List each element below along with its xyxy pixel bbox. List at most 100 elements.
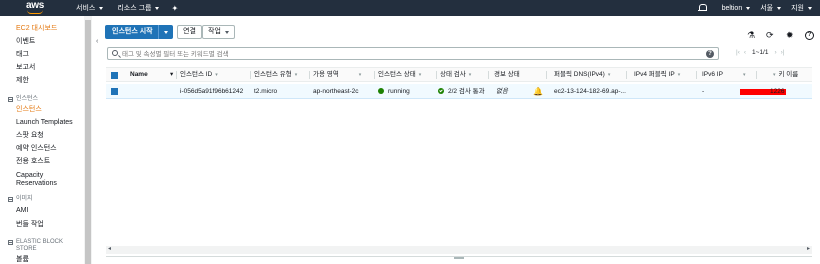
sidebar-item-launch-templates[interactable]: Launch Templates bbox=[16, 119, 73, 127]
services-menu[interactable]: 서비스 bbox=[76, 3, 104, 13]
sidebar-item-tags[interactable]: 태그 bbox=[16, 51, 29, 59]
column-key-name[interactable]: ▾ 키 이름 bbox=[770, 68, 798, 82]
refresh-icon[interactable]: ⟳ bbox=[766, 31, 774, 40]
chevron-down-icon bbox=[99, 6, 104, 10]
region-menu[interactable]: 서울 bbox=[760, 3, 782, 13]
sidebar-section-title: 인스턴스 bbox=[16, 96, 39, 102]
flask-icon[interactable]: ⚗ bbox=[747, 31, 755, 40]
sidebar-scrollbar[interactable] bbox=[84, 16, 92, 264]
sort-icon: ▾ bbox=[607, 72, 611, 78]
sidebar-item-events[interactable]: 이벤트 bbox=[16, 38, 35, 46]
column-ipv4-public-ip[interactable]: IPv4 퍼블릭 IP ▾ bbox=[634, 68, 680, 82]
sidebar: EC2 대시보드 이벤트 태그 보고서 제한 인스턴스 인스턴스 Launch … bbox=[0, 16, 92, 264]
column-public-dns[interactable]: 퍼블릭 DNS(IPv4) ▾ bbox=[554, 68, 610, 82]
search-help-icon[interactable]: ? bbox=[706, 50, 714, 58]
scroll-left-icon[interactable]: ◂ bbox=[108, 245, 111, 252]
column-instance-id[interactable]: 인스턴스 ID ▾ bbox=[180, 68, 218, 82]
first-page-icon[interactable]: |‹ bbox=[736, 49, 740, 56]
table-header: Name ▾ 인스턴스 ID ▾ 인스턴스 유형 ▾ 가용 영역 ▾ 인스턴스 상태 ▾… bbox=[106, 67, 812, 82]
cell-availability-zone: ap-northeast-2c bbox=[313, 88, 359, 95]
sidebar-item-reports[interactable]: 보고서 bbox=[16, 64, 35, 72]
column-alarm-status[interactable]: 경보 상태 bbox=[494, 68, 520, 82]
table-row[interactable]: i-056d5a91f96b61242 t2.micro ap-northeas… bbox=[106, 84, 812, 99]
column-ipv6-ip[interactable]: IPv6 IP ▾ bbox=[702, 68, 745, 82]
support-label: 지원 bbox=[791, 5, 804, 12]
resize-handle-icon[interactable] bbox=[454, 257, 464, 259]
help-icon[interactable]: ? bbox=[805, 31, 814, 40]
search-input[interactable] bbox=[122, 49, 702, 59]
connect-button[interactable]: 연결 bbox=[177, 25, 202, 39]
settings-icon[interactable]: ✹ bbox=[786, 31, 794, 40]
next-page-icon[interactable]: › bbox=[774, 49, 776, 56]
resource-groups-label: 리소스 그룹 bbox=[117, 5, 152, 12]
collapse-icon bbox=[8, 97, 13, 102]
collapse-icon bbox=[8, 197, 13, 202]
sidebar-item-ami[interactable]: AMI bbox=[16, 207, 28, 215]
sidebar-item-limits[interactable]: 제한 bbox=[16, 77, 29, 85]
column-label: 가용 영역 bbox=[313, 71, 339, 78]
support-menu[interactable]: 지원 bbox=[791, 3, 812, 13]
sort-icon: ▾ bbox=[468, 72, 472, 78]
create-alarm-icon[interactable]: 🔔 bbox=[533, 84, 543, 99]
column-label: IPv4 퍼블릭 IP bbox=[634, 71, 675, 78]
chevron-down-icon bbox=[164, 30, 168, 34]
scroll-right-icon[interactable]: ▸ bbox=[807, 245, 810, 252]
scrollbar-thumb[interactable] bbox=[85, 20, 91, 264]
filter-search-box[interactable]: ? bbox=[107, 47, 719, 60]
sort-icon: ▾ bbox=[215, 72, 218, 78]
sidebar-section-ebs[interactable]: ELASTIC BLOCK STORE bbox=[8, 239, 80, 253]
check-circle-icon bbox=[438, 88, 444, 94]
column-status-checks[interactable]: 상태 검사 ▾ bbox=[440, 68, 471, 82]
column-label: IPv6 IP bbox=[702, 71, 723, 78]
sidebar-item-dedicated-hosts[interactable]: 전용 호스트 bbox=[16, 158, 50, 166]
sidebar-section-instances[interactable]: 인스턴스 bbox=[8, 96, 38, 103]
table-horizontal-scrollbar[interactable]: ◂ ▸ bbox=[106, 246, 812, 254]
sort-icon: ▾ bbox=[418, 72, 422, 78]
sidebar-item-spot-requests[interactable]: 스팟 요청 bbox=[16, 132, 44, 140]
sidebar-item-volumes[interactable]: 볼륨 bbox=[16, 256, 29, 264]
column-divider bbox=[309, 71, 310, 79]
chevron-down-icon bbox=[224, 30, 229, 34]
bell-icon[interactable] bbox=[697, 4, 707, 12]
launch-dropdown-toggle[interactable] bbox=[159, 30, 173, 34]
resource-groups-menu[interactable]: 리소스 그룹 bbox=[117, 3, 160, 13]
sort-icon[interactable]: ▾ bbox=[170, 68, 173, 82]
launch-instance-button[interactable]: 인스턴스 시작 bbox=[105, 25, 173, 39]
column-divider bbox=[756, 71, 757, 79]
select-all-checkbox[interactable] bbox=[111, 72, 118, 79]
column-divider bbox=[626, 71, 627, 79]
sidebar-section-images[interactable]: 이미지 bbox=[8, 196, 33, 203]
aws-smile-icon bbox=[27, 10, 43, 14]
cell-instance-id: i-056d5a91f96b61242 bbox=[180, 88, 244, 95]
cell-alarm-status: 없음 bbox=[496, 88, 508, 95]
top-navigation-bar: aws 서비스 리소스 그룹 ✦ beltion 서울 지원 bbox=[0, 0, 820, 16]
aws-logo[interactable]: aws bbox=[24, 0, 74, 16]
prev-page-icon[interactable]: ‹ bbox=[744, 49, 746, 56]
collapse-sidebar-icon[interactable]: ‹ bbox=[96, 38, 98, 45]
column-label: 인스턴스 상태 bbox=[378, 71, 416, 78]
column-name[interactable]: Name bbox=[130, 68, 148, 82]
sidebar-item-ec2-dashboard[interactable]: EC2 대시보드 bbox=[16, 25, 57, 33]
sidebar-item-capacity-reservations[interactable]: Capacity Reservations bbox=[16, 172, 80, 188]
sort-icon: ▾ bbox=[358, 72, 362, 78]
column-instance-state[interactable]: 인스턴스 상태 ▾ bbox=[378, 68, 421, 82]
last-page-icon[interactable]: ›| bbox=[781, 49, 785, 56]
chevron-down-icon bbox=[746, 6, 751, 10]
sidebar-item-instances[interactable]: 인스턴스 bbox=[16, 106, 42, 114]
cell-instance-type: t2.micro bbox=[254, 88, 278, 95]
chevron-down-icon bbox=[808, 6, 812, 10]
pin-icon[interactable]: ✦ bbox=[171, 4, 178, 13]
chevron-down-icon bbox=[777, 6, 782, 10]
row-checkbox[interactable] bbox=[111, 88, 118, 95]
sidebar-item-bundle-tasks[interactable]: 번들 작업 bbox=[16, 221, 44, 229]
column-instance-type[interactable]: 인스턴스 유형 ▾ bbox=[254, 68, 297, 82]
sidebar-section-title: ELASTIC BLOCK STORE bbox=[16, 239, 64, 252]
actions-button[interactable]: 작업 bbox=[202, 25, 235, 39]
sidebar-section-title: 이미지 bbox=[16, 196, 33, 202]
sidebar-item-reserved-instances[interactable]: 예약 인스턴스 bbox=[16, 145, 57, 153]
account-menu[interactable]: beltion bbox=[722, 5, 751, 12]
column-availability-zone[interactable]: 가용 영역 ▾ bbox=[313, 68, 361, 82]
column-label: 상태 검사 bbox=[440, 71, 466, 78]
collapse-icon bbox=[8, 240, 13, 245]
column-label: 키 이름 bbox=[778, 71, 799, 78]
